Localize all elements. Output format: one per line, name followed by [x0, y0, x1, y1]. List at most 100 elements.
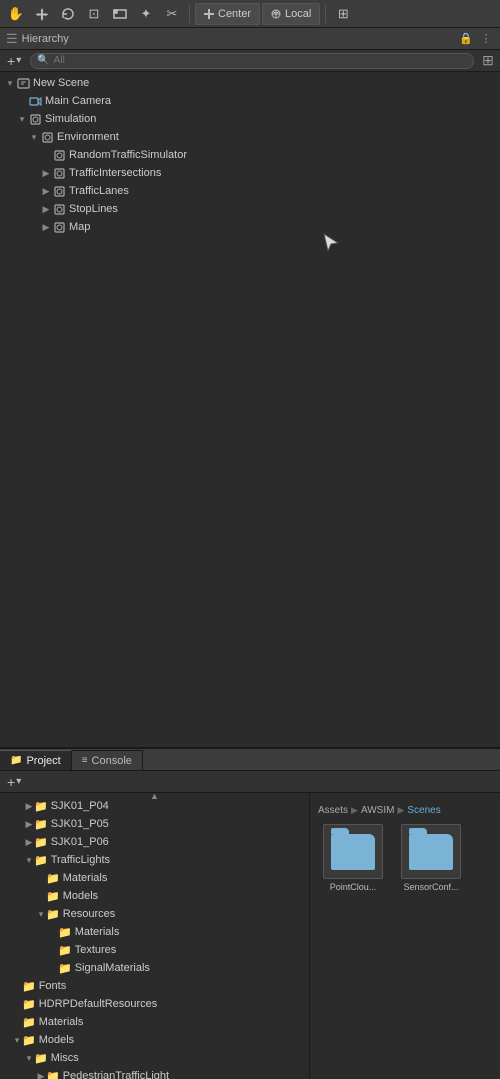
- file-item-tl-models[interactable]: ▶ 📁 Models: [0, 887, 309, 905]
- project-add-button[interactable]: + ▾: [4, 773, 24, 791]
- rect-tool-button[interactable]: [108, 3, 132, 25]
- hand-tool-button[interactable]: ✋: [4, 3, 28, 25]
- tree-arrow-environment[interactable]: ▾: [28, 131, 40, 143]
- file-item-resources[interactable]: ▾ 📁 Resources: [0, 905, 309, 923]
- tree-item-stop-lines[interactable]: ▶ StopLines: [0, 200, 500, 218]
- arrow-models[interactable]: ▾: [12, 1034, 22, 1046]
- asset-item-pointclou[interactable]: PointClou...: [318, 824, 388, 892]
- project-file-tree: ▲ ▶ 📁 SJK01_P04 ▶ 📁 SJK01_P05 ▶ 📁 SJK01_…: [0, 793, 310, 1079]
- file-item-textures[interactable]: ▶ 📁 Textures: [0, 941, 309, 959]
- tab-console[interactable]: ≡ Console: [72, 750, 143, 770]
- tree-item-traffic-lanes[interactable]: ▶ TrafficLanes: [0, 182, 500, 200]
- label-hdrp: HDRPDefaultResources: [39, 998, 158, 1010]
- project-content: ▲ ▶ 📁 SJK01_P04 ▶ 📁 SJK01_P05 ▶ 📁 SJK01_…: [0, 793, 500, 1079]
- tree-arrow-traffic-lanes[interactable]: ▶: [40, 185, 52, 197]
- tree-item-map[interactable]: ▶ Map: [0, 218, 500, 236]
- arrow-sjk01-p04[interactable]: ▶: [24, 800, 34, 812]
- asset-item-sensorconf[interactable]: SensorConf...: [396, 824, 466, 892]
- grid-button[interactable]: ⊞: [331, 3, 355, 25]
- move-tool-button[interactable]: [30, 3, 54, 25]
- rotate-tool-button[interactable]: [56, 3, 80, 25]
- folder-icon-sjk01-p06: 📁: [34, 836, 48, 849]
- asset-thumb-sensorconf: [401, 824, 461, 879]
- tab-project[interactable]: 📁 Project: [0, 750, 72, 770]
- toolbar: ✋ ⊡ ✦ ✂ Center Local ⊞: [0, 0, 500, 28]
- arrow-sjk01-p05[interactable]: ▶: [24, 818, 34, 830]
- file-item-materials[interactable]: ▶ 📁 Materials: [0, 1013, 309, 1031]
- folder-icon-materials: 📁: [22, 1016, 36, 1029]
- file-item-sjk01-p06[interactable]: ▶ 📁 SJK01_P06: [0, 833, 309, 851]
- label-sjk01-p04: SJK01_P04: [51, 800, 109, 812]
- tree-item-traffic-intersections[interactable]: ▶ TrafficIntersections: [0, 164, 500, 182]
- hierarchy-toolbar: + ▾ 🔍 ⊞: [0, 50, 500, 72]
- file-item-signal-materials[interactable]: ▶ 📁 SignalMaterials: [0, 959, 309, 977]
- label-traffic-lights: TrafficLights: [51, 854, 110, 866]
- tree-item-simulation[interactable]: ▾ Simulation: [0, 110, 500, 128]
- hierarchy-title: Hierarchy: [22, 33, 454, 45]
- toolbar-separator-1: [189, 5, 190, 23]
- tree-item-environment[interactable]: ▾ Environment: [0, 128, 500, 146]
- gameobj-icon-map: [52, 220, 66, 234]
- file-item-models[interactable]: ▾ 📁 Models: [0, 1031, 309, 1049]
- local-button[interactable]: Local: [262, 3, 320, 25]
- tree-arrow-new-scene[interactable]: ▾: [4, 77, 16, 89]
- breadcrumb-scenes[interactable]: Scenes: [407, 805, 440, 816]
- asset-label-sensorconf: SensorConf...: [396, 882, 466, 892]
- scale-tool-button[interactable]: ⊡: [82, 3, 106, 25]
- hierarchy-add-button[interactable]: + ▾: [4, 52, 24, 70]
- project-right-panel: Assets ▶ AWSIM ▶ Scenes PointClou...: [310, 793, 500, 1079]
- label-resources: Resources: [63, 908, 116, 920]
- arrow-sjk01-p06[interactable]: ▶: [24, 836, 34, 848]
- center-button[interactable]: Center: [195, 3, 260, 25]
- tree-arrow-traffic-intersections[interactable]: ▶: [40, 167, 52, 179]
- scene-icon: [16, 76, 30, 90]
- hierarchy-lock-icon[interactable]: 🔒: [458, 31, 474, 47]
- label-miscs: Miscs: [51, 1052, 79, 1064]
- file-item-res-materials[interactable]: ▶ 📁 Materials: [0, 923, 309, 941]
- file-item-fonts[interactable]: ▶ 📁 Fonts: [0, 977, 309, 995]
- file-item-traffic-lights[interactable]: ▾ 📁 TrafficLights: [0, 851, 309, 869]
- tree-item-new-scene[interactable]: ▾ New Scene: [0, 74, 500, 92]
- gameobj-icon-random-traffic: [52, 148, 66, 162]
- tree-label-new-scene: New Scene: [33, 77, 89, 89]
- hierarchy-header-icons: 🔒 ⋮: [458, 31, 494, 47]
- label-fonts: Fonts: [39, 980, 67, 992]
- arrow-miscs[interactable]: ▾: [24, 1052, 34, 1064]
- hierarchy-more-icon[interactable]: ⋮: [478, 31, 494, 47]
- tree-label-main-camera: Main Camera: [45, 95, 111, 107]
- label-tl-models: Models: [63, 890, 98, 902]
- arrow-traffic-lights[interactable]: ▾: [24, 854, 34, 866]
- arrow-resources[interactable]: ▾: [36, 908, 46, 920]
- file-item-pedestrian-traffic-light[interactable]: ▶ 📁 PedestrianTrafficLight: [0, 1067, 309, 1079]
- breadcrumb: Assets ▶ AWSIM ▶ Scenes: [318, 801, 492, 820]
- breadcrumb-awsim[interactable]: AWSIM: [361, 805, 395, 816]
- tree-item-random-traffic[interactable]: ▶ RandomTrafficSimulator: [0, 146, 500, 164]
- tree-label-map: Map: [69, 221, 90, 233]
- gameobj-icon-stop-lines: [52, 202, 66, 216]
- label-materials: Materials: [39, 1016, 84, 1028]
- file-item-tl-materials[interactable]: ▶ 📁 Materials: [0, 869, 309, 887]
- file-item-hdrp[interactable]: ▶ 📁 HDRPDefaultResources: [0, 995, 309, 1013]
- tree-arrow-map[interactable]: ▶: [40, 221, 52, 233]
- hierarchy-search-box[interactable]: 🔍: [30, 53, 474, 69]
- folder-icon-sjk01-p04: 📁: [34, 800, 48, 813]
- folder-icon-tl-models: 📁: [46, 890, 60, 903]
- breadcrumb-assets[interactable]: Assets: [318, 805, 348, 816]
- hierarchy-menu-icon: ☰: [6, 31, 18, 47]
- file-item-miscs[interactable]: ▾ 📁 Miscs: [0, 1049, 309, 1067]
- breadcrumb-arrow-1: ▶: [351, 805, 358, 816]
- custom-tool-button[interactable]: ✂: [160, 3, 184, 25]
- label-textures: Textures: [75, 944, 117, 956]
- hierarchy-search-input[interactable]: [54, 55, 467, 66]
- tree-item-main-camera[interactable]: ▶ Main Camera: [0, 92, 500, 110]
- tree-arrow-stop-lines[interactable]: ▶: [40, 203, 52, 215]
- asset-thumb-pointclou: [323, 824, 383, 879]
- project-toolbar: + ▾: [0, 771, 500, 793]
- label-tl-materials: Materials: [63, 872, 108, 884]
- tree-arrow-simulation[interactable]: ▾: [16, 113, 28, 125]
- transform-tool-button[interactable]: ✦: [134, 3, 158, 25]
- hierarchy-grid-icon[interactable]: ⊞: [480, 53, 496, 69]
- tree-label-traffic-lanes: TrafficLanes: [69, 185, 129, 197]
- hierarchy-header: ☰ Hierarchy 🔒 ⋮: [0, 28, 500, 50]
- file-item-sjk01-p05[interactable]: ▶ 📁 SJK01_P05: [0, 815, 309, 833]
